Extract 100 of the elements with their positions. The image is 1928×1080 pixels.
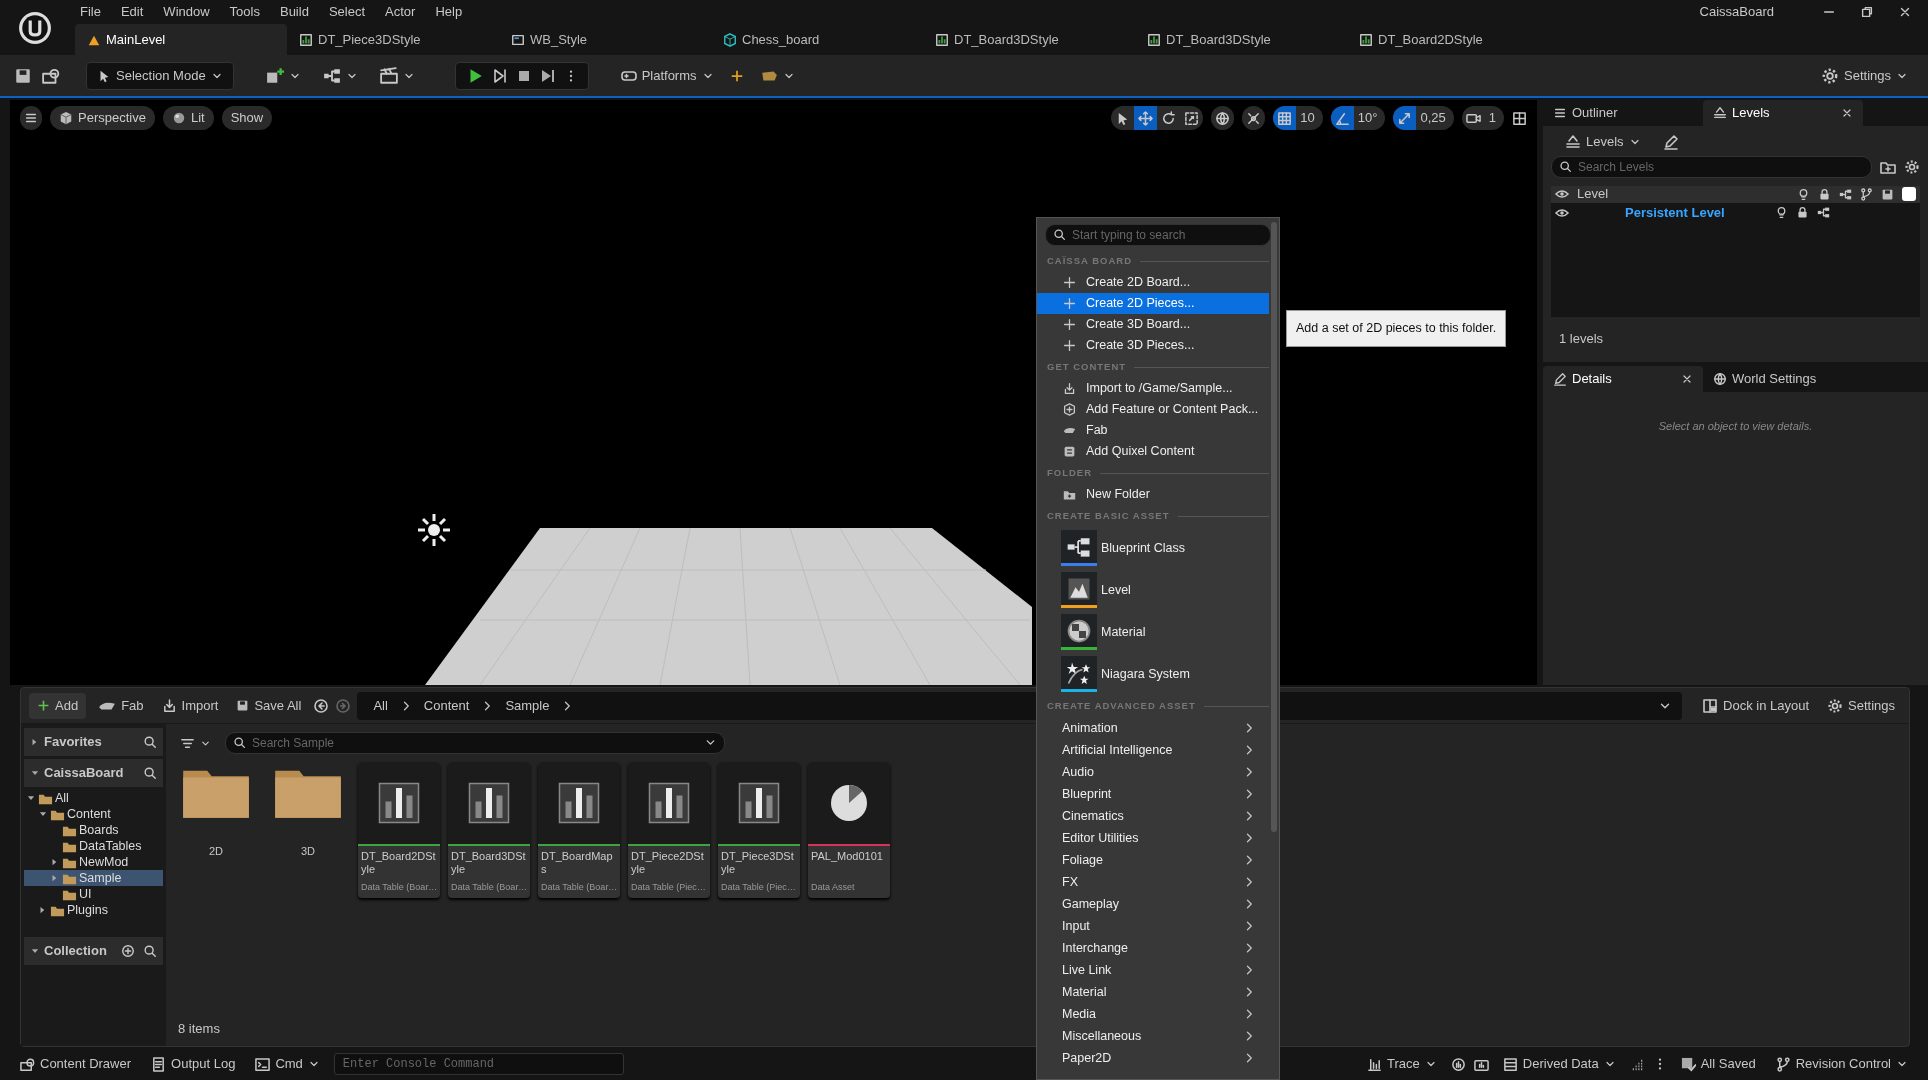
bulb-icon[interactable] <box>1775 206 1788 219</box>
panel-tab[interactable]: World Settings <box>1703 366 1863 392</box>
tree-item[interactable]: All <box>24 790 163 806</box>
menu-button[interactable] <box>20 106 42 130</box>
save-icon[interactable] <box>14 66 32 85</box>
submenu-item[interactable]: Media <box>1037 1003 1269 1025</box>
asset-menu-item[interactable]: Level <box>1037 569 1269 611</box>
fab-button[interactable]: Fab <box>92 695 150 716</box>
breadcrumb-link[interactable]: Content <box>417 695 476 716</box>
folder-tile[interactable]: 3D <box>266 762 350 898</box>
console-field[interactable]: Enter Console Command <box>333 1053 624 1075</box>
scrollbar[interactable] <box>1271 222 1277 832</box>
trace-dropdown[interactable]: Trace <box>1361 1054 1443 1074</box>
submenu-item[interactable]: Cinematics <box>1037 805 1269 827</box>
menu-item[interactable]: File <box>70 2 111 22</box>
forward-icon[interactable] <box>335 697 352 714</box>
menu-item[interactable]: Window <box>153 2 220 22</box>
mode-dropdown[interactable]: Selection Mode <box>86 61 234 90</box>
add-icon[interactable] <box>121 944 135 958</box>
close-icon[interactable] <box>1841 107 1853 119</box>
menu-item[interactable]: Create 2D Pieces... <box>1037 293 1269 314</box>
lock-icon[interactable] <box>1796 206 1809 219</box>
platforms-dropdown[interactable]: Platforms <box>614 65 720 86</box>
submenu-item[interactable]: Paper2D <box>1037 1047 1269 1069</box>
eject-icon[interactable] <box>539 67 556 84</box>
edit-icon[interactable] <box>1662 133 1679 150</box>
lock-icon[interactable] <box>1818 187 1831 201</box>
submenu-item[interactable]: Miscellaneous <box>1037 1025 1269 1047</box>
search-icon[interactable] <box>143 735 157 749</box>
viewport-option-button[interactable]: Perspective <box>50 106 155 130</box>
search-field[interactable]: Search Levels <box>1551 155 1872 178</box>
tree-item[interactable]: UI <box>24 886 163 902</box>
panel-tab[interactable]: Levels <box>1703 100 1863 126</box>
submenu-item[interactable]: FX <box>1037 871 1269 893</box>
levels-dropdown[interactable]: Levels <box>1559 132 1647 152</box>
settings-button[interactable]: Settings <box>1821 695 1901 716</box>
menu-item[interactable]: Add Feature or Content Pack... <box>1037 399 1269 420</box>
branch-icon[interactable] <box>1860 187 1873 201</box>
document-tab[interactable]: DT_Board2DStyle <box>1347 24 1559 55</box>
menu-item[interactable]: Create 3D Pieces... <box>1037 335 1269 356</box>
submenu-item[interactable]: Input <box>1037 915 1269 937</box>
tree-item[interactable]: DataTables <box>24 838 163 854</box>
breadcrumb-link[interactable]: All <box>367 695 394 716</box>
asset-tile[interactable]: DT_Piece3DStyle Data Table (Piec… <box>718 762 800 898</box>
tree-item[interactable]: NewMod <box>24 854 163 870</box>
menu-item[interactable]: Edit <box>110 2 154 22</box>
submenu-item[interactable]: Animation <box>1037 717 1269 739</box>
cmd-dropdown[interactable]: Cmd <box>249 1054 326 1074</box>
settings-icon[interactable] <box>1904 158 1920 175</box>
import-button[interactable]: Import <box>155 695 225 716</box>
asset-tile[interactable]: DT_Piece2DStyle Data Table (Piec… <box>628 762 710 898</box>
menu-item[interactable]: Create 3D Board... <box>1037 314 1269 335</box>
tree-item[interactable]: Content <box>24 806 163 822</box>
record-icon[interactable] <box>1450 1056 1466 1072</box>
document-tab[interactable]: MainLevel <box>75 24 287 55</box>
menu-item[interactable]: Import to /Game/Sample... <box>1037 378 1269 399</box>
panel-tab[interactable]: Details <box>1543 366 1703 392</box>
viewport-option-button[interactable]: Show <box>221 106 273 130</box>
asset-menu-item[interactable]: Material <box>1037 611 1269 653</box>
submenu-item[interactable]: Gameplay <box>1037 893 1269 915</box>
saved-button[interactable]: All Saved <box>1674 1054 1762 1074</box>
surface-snap-icon[interactable] <box>1246 110 1262 126</box>
plus-icon[interactable] <box>729 68 744 83</box>
document-tab[interactable]: DT_Board3DStyle <box>1135 24 1347 55</box>
scale-icon[interactable] <box>1184 110 1200 126</box>
panel-tab[interactable]: Outliner <box>1543 100 1703 126</box>
revision-control-dropdown[interactable]: Revision Control <box>1769 1054 1914 1074</box>
document-tab[interactable]: Chess_board <box>711 24 923 55</box>
tree-item[interactable]: Sample <box>24 870 163 886</box>
bulb-icon[interactable] <box>1797 187 1810 201</box>
search-field[interactable]: Search Sample <box>225 732 725 754</box>
derived-data-dropdown[interactable]: Derived Data <box>1496 1054 1622 1074</box>
rotate-icon[interactable] <box>1161 110 1177 126</box>
breadcrumb-link[interactable]: Sample <box>499 695 556 716</box>
submenu-item[interactable]: Live Link <box>1037 959 1269 981</box>
search-field[interactable]: Start typing to search <box>1045 224 1271 246</box>
menu-item[interactable]: Tools <box>219 2 270 22</box>
asset-tile[interactable]: DT_BoardMaps Data Table (Boar… <box>538 762 620 898</box>
menu-item[interactable]: Help <box>425 2 473 22</box>
globe-icon[interactable] <box>1215 110 1231 126</box>
level-name[interactable]: Persistent Level <box>1577 202 1767 223</box>
folder-tile[interactable]: 2D <box>174 762 258 898</box>
submenu-item[interactable]: Editor Utilities <box>1037 827 1269 849</box>
move-icon[interactable] <box>1138 110 1154 126</box>
asset-tile[interactable]: DT_Board3DStyle Data Table (Boar… <box>448 762 530 898</box>
content-drawer-button[interactable]: Content Drawer <box>14 1054 138 1074</box>
visibility-icon[interactable] <box>1555 187 1569 201</box>
submenu-item[interactable]: Foliage <box>1037 849 1269 871</box>
menu-item[interactable]: Add Quixel Content <box>1037 441 1269 462</box>
search-icon[interactable] <box>143 766 157 780</box>
menu-item[interactable]: Actor <box>375 2 426 22</box>
menu-item[interactable]: Fab <box>1037 420 1269 441</box>
output-log-button[interactable]: Output Log <box>145 1054 242 1074</box>
snap-toggle[interactable] <box>1273 106 1297 130</box>
document-tab[interactable]: WB_Style <box>499 24 711 55</box>
close-icon[interactable] <box>1898 5 1912 19</box>
submenu-item[interactable]: Artificial Intelligence <box>1037 739 1269 761</box>
dock-button[interactable]: Dock in Layout <box>1696 695 1815 716</box>
color-swatch[interactable] <box>1902 187 1916 201</box>
menu-item[interactable]: Create 2D Board... <box>1037 272 1269 293</box>
